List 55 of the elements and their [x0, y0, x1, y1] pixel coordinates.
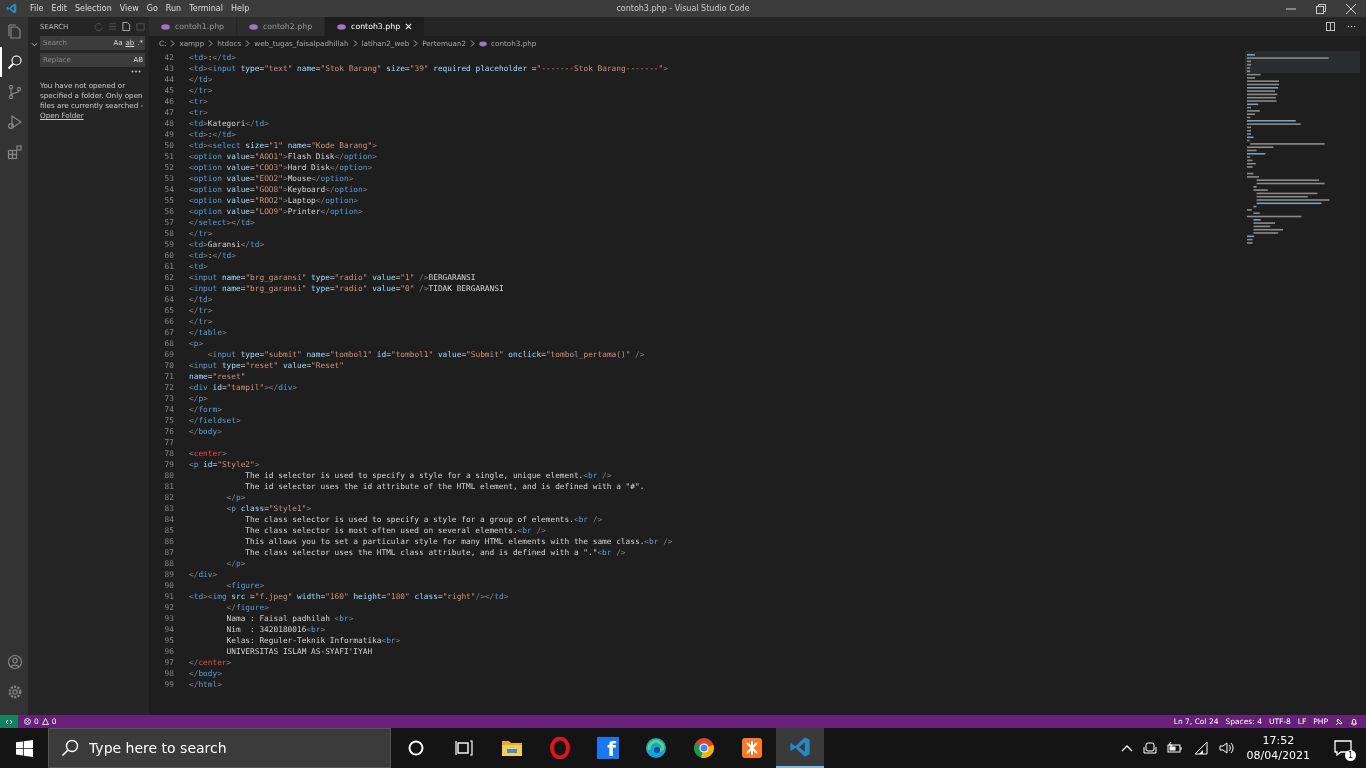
window-title: contoh3.php - Visual Studio Code [616, 4, 750, 13]
menu-item[interactable]: Edit [47, 4, 71, 13]
menu-item[interactable]: Terminal [185, 4, 227, 13]
chevron-up-icon[interactable] [1120, 744, 1133, 752]
more-icon[interactable] [1347, 25, 1356, 28]
circle-icon [408, 740, 424, 756]
warning-icon[interactable] [41, 718, 49, 725]
ring-logo-icon [550, 737, 570, 759]
menu-item[interactable]: Run [161, 4, 186, 13]
chevron-right-icon [413, 40, 419, 47]
more-icon[interactable] [131, 70, 141, 73]
clock-date[interactable]: 08/04/2021 [1246, 748, 1310, 763]
pinwheel-logo-icon [693, 737, 715, 759]
restore-icon[interactable] [1316, 3, 1326, 14]
menu-item[interactable]: File [26, 4, 48, 13]
chevron-right-icon [170, 40, 176, 47]
notification-count: 1 [1345, 750, 1356, 761]
taskbar-search-field[interactable]: Type here to search [48, 728, 391, 768]
bell-icon[interactable] [1350, 717, 1358, 726]
notification-icon[interactable] [1334, 740, 1352, 756]
swirl-logo-icon [645, 737, 667, 759]
chevron-right-icon [470, 40, 476, 47]
letter-logo-icon: f [597, 737, 619, 759]
file-type-icon [249, 23, 259, 30]
task-view-icon [455, 740, 473, 756]
remote-button[interactable] [0, 715, 18, 728]
wifi-icon[interactable] [1192, 741, 1209, 755]
menu-item[interactable]: Selection [70, 4, 116, 13]
volume-icon[interactable] [1218, 741, 1235, 755]
ribbon-logo-icon [789, 736, 811, 758]
file-type-icon [479, 40, 488, 47]
menu-item[interactable]: View [115, 4, 143, 13]
chevron-right-icon [208, 40, 214, 47]
chevron-right-icon [245, 40, 251, 47]
clock-time[interactable]: 17:52 [1262, 733, 1295, 748]
square-logo-icon [741, 737, 763, 759]
file-type-icon [161, 23, 170, 30]
menu-item[interactable]: Go [142, 4, 162, 13]
feedback-icon[interactable] [1335, 717, 1343, 726]
remote-icon [5, 717, 13, 726]
file-type-icon [337, 23, 347, 30]
menu-item[interactable]: Help [227, 4, 254, 13]
windows-logo-icon [15, 739, 33, 757]
camera-icon[interactable] [1142, 741, 1157, 755]
split-editor-icon[interactable] [1326, 22, 1335, 31]
taskbar-button[interactable]: f [584, 728, 632, 768]
battery-icon[interactable] [1166, 742, 1183, 754]
chevron-icon[interactable] [31, 41, 38, 48]
chevron-right-icon [352, 40, 358, 47]
folder-icon [501, 739, 523, 757]
app-logo-icon [6, 3, 17, 14]
new-file-icon[interactable] [122, 22, 131, 31]
error-icon[interactable] [24, 718, 31, 725]
close-icon[interactable] [1346, 3, 1356, 14]
search-icon [61, 739, 79, 757]
